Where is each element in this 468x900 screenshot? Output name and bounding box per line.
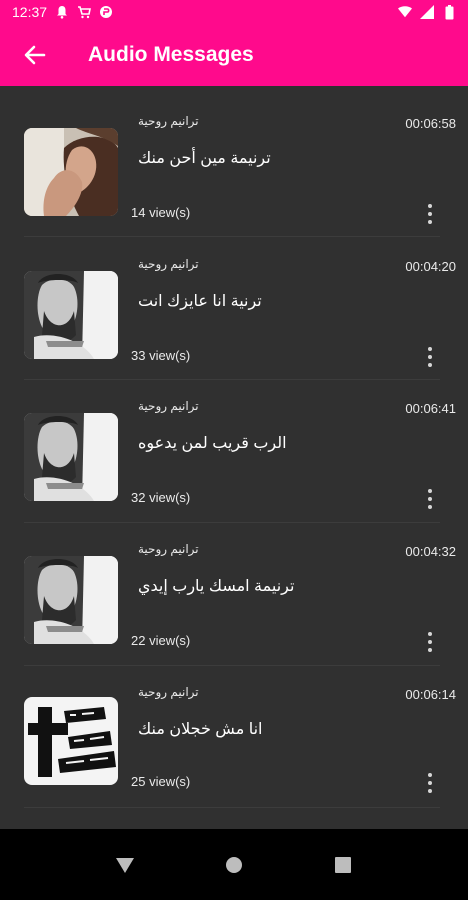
message-title: ترنيمة مين أحن منك	[138, 150, 271, 167]
more-options-button[interactable]	[420, 487, 440, 511]
duration-label: 00:06:58	[405, 116, 456, 131]
category-label: ترانيم روحية	[138, 114, 199, 128]
category-label: ترانيم روحية	[138, 399, 199, 413]
arrow-back-icon	[24, 45, 46, 65]
thumbnail-jesus-portrait	[24, 271, 118, 359]
notification-icon	[55, 5, 69, 19]
view-count: 32 view(s)	[131, 490, 191, 505]
more-options-button[interactable]	[420, 771, 440, 795]
list-item[interactable]: ترانيم روحية 00:04:32 ترنيمة امسك يارب إ…	[0, 514, 468, 656]
recents-square-icon	[335, 856, 352, 873]
category-label: ترانيم روحية	[138, 542, 199, 556]
thumbnail-jesus-portrait	[24, 556, 118, 644]
view-count: 22 view(s)	[131, 633, 191, 648]
divider	[24, 807, 440, 808]
signal-icon	[420, 5, 434, 19]
status-bar: 12:37	[0, 0, 468, 24]
nav-recents-button[interactable]	[323, 845, 363, 885]
thumbnail-jesus-portrait	[24, 413, 118, 501]
cart-icon	[77, 5, 92, 19]
nav-home-button[interactable]	[214, 845, 254, 885]
view-count: 25 view(s)	[131, 774, 191, 789]
list-item[interactable]: ترانيم روحية 00:04:20 ترنية انا عايزك ان…	[0, 229, 468, 371]
category-label: ترانيم روحية	[138, 257, 199, 271]
audio-message-list: ترانيم روحية 00:06:58 ترنيمة مين أحن منك…	[0, 86, 468, 829]
back-triangle-icon	[115, 857, 134, 873]
duration-label: 00:06:14	[405, 687, 456, 702]
app-bar: Audio Messages	[0, 24, 468, 86]
list-item[interactable]: ترانيم روحية 00:06:58 ترنيمة مين أحن منك…	[0, 86, 468, 228]
more-options-button[interactable]	[420, 630, 440, 654]
more-options-button[interactable]	[420, 345, 440, 369]
duration-label: 00:04:32	[405, 544, 456, 559]
view-count: 14 view(s)	[131, 205, 191, 220]
message-title: الرب قريب لمن يدعوه	[138, 435, 287, 452]
message-title: ترنيمة امسك يارب إيدي	[138, 578, 295, 595]
list-item[interactable]: ترانيم روحية 00:06:41 الرب قريب لمن يدعو…	[0, 371, 468, 513]
category-label: ترانيم روحية	[138, 685, 199, 699]
status-time: 12:37	[12, 4, 48, 20]
home-circle-icon	[225, 856, 242, 873]
list-item[interactable]: ترانيم روحية 00:06:14 انا مش خجلان منك 2…	[0, 657, 468, 799]
more-options-button[interactable]	[420, 202, 440, 226]
nav-back-button[interactable]	[105, 845, 145, 885]
thumbnail-cross-text	[24, 697, 118, 785]
page-title: Audio Messages	[88, 43, 254, 66]
thumbnail-praying-hands	[24, 128, 118, 216]
system-nav-bar	[0, 829, 468, 900]
message-title: انا مش خجلان منك	[138, 721, 263, 738]
battery-icon	[442, 4, 456, 19]
view-count: 33 view(s)	[131, 348, 191, 363]
message-title: ترنية انا عايزك انت	[138, 293, 262, 310]
duration-label: 00:04:20	[405, 259, 456, 274]
back-button[interactable]	[0, 24, 70, 86]
duration-label: 00:06:41	[405, 401, 456, 416]
app-icon	[99, 5, 113, 19]
wifi-icon	[398, 5, 412, 19]
